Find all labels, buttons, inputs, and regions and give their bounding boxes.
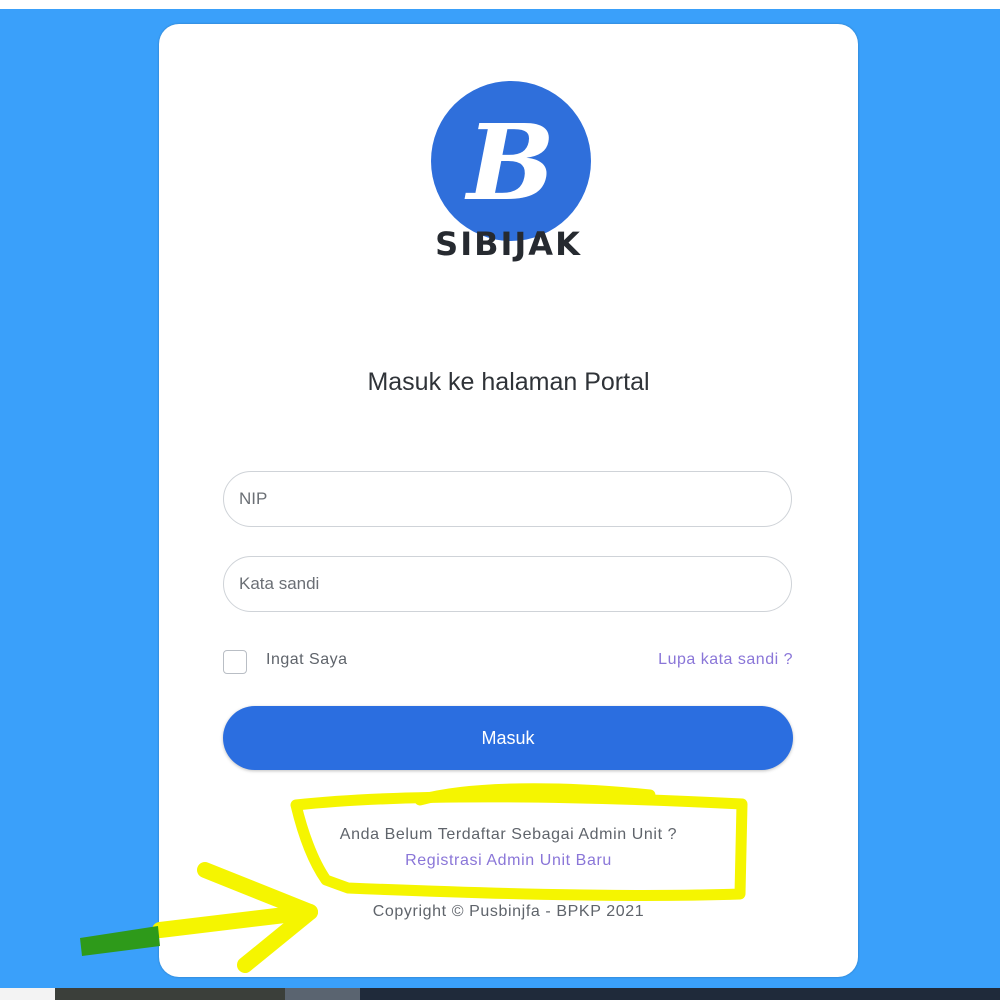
not-registered-text: Anda Belum Terdaftar Sebagai Admin Unit … xyxy=(339,826,678,843)
register-admin-link[interactable]: Registrasi Admin Unit Baru xyxy=(159,852,858,870)
page-title: Masuk ke halaman Portal xyxy=(367,368,650,396)
remember-me-label: Ingat Saya xyxy=(266,651,348,668)
page: B SIBIJAK Masuk ke halaman Portal Ingat … xyxy=(0,0,1000,1000)
top-strip xyxy=(0,0,1000,9)
taskbar-strip xyxy=(0,988,1000,1000)
brand-name: SIBIJAK xyxy=(435,225,582,263)
login-card: B SIBIJAK Masuk ke halaman Portal Ingat … xyxy=(159,24,858,977)
letter-b-logo-icon: B xyxy=(431,81,591,241)
logo-letter: B xyxy=(464,101,555,224)
login-button[interactable]: Masuk xyxy=(223,706,793,770)
remember-me-checkbox[interactable] xyxy=(223,650,247,674)
copyright-text: Copyright © Pusbinjfa - BPKP 2021 xyxy=(372,903,645,920)
green-marker-annotation xyxy=(80,926,160,956)
forgot-password-link[interactable]: Lupa kata sandi ? xyxy=(658,651,793,669)
nip-input[interactable] xyxy=(223,471,792,527)
password-input[interactable] xyxy=(223,556,792,612)
